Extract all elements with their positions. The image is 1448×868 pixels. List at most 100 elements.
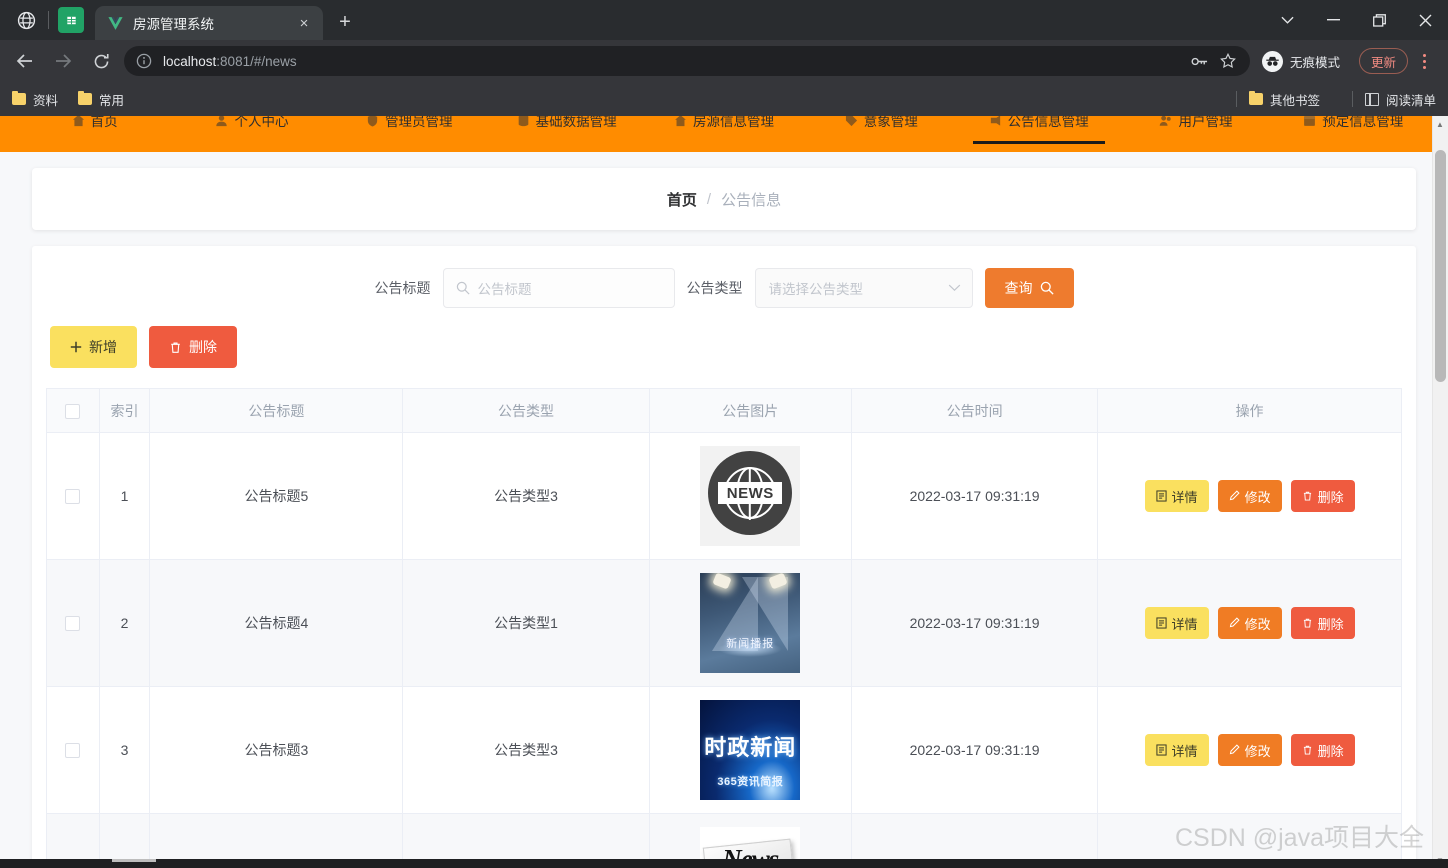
nav-item-basedata[interactable]: 基础数据管理 — [488, 116, 645, 135]
edit-label: 修改 — [1244, 616, 1271, 632]
scroll-up-arrow[interactable]: ▲ — [1432, 116, 1448, 132]
password-key-icon[interactable] — [1188, 49, 1212, 73]
edit-button[interactable]: 修改 — [1217, 480, 1282, 512]
row-title: 公告标题3 — [149, 686, 404, 814]
row-select-cell[interactable] — [46, 559, 100, 687]
column-actions: 操作 — [1097, 388, 1402, 433]
row-index: 2 — [99, 559, 151, 687]
row-image-cell[interactable]: 新闻播报 — [649, 559, 853, 687]
nav-item-home[interactable]: 首页 — [16, 116, 173, 135]
title-search-input[interactable]: 公告标题 — [442, 268, 675, 308]
nav-item-house[interactable]: 房源信息管理 — [645, 116, 802, 135]
row-select-cell[interactable] — [46, 432, 100, 560]
tab-search-icon[interactable] — [1264, 0, 1310, 40]
page-scrollbar[interactable]: ▲ ▼ — [1432, 116, 1448, 868]
maximize-button[interactable] — [1356, 0, 1402, 40]
edit-button[interactable]: 修改 — [1217, 607, 1282, 639]
delete-label: 删除 — [1317, 616, 1344, 632]
thumbnail-text: 新闻播报 — [726, 638, 775, 650]
batch-delete-button[interactable]: 删除 — [149, 326, 237, 368]
close-window-button[interactable] — [1402, 0, 1448, 40]
row-checkbox[interactable] — [65, 743, 81, 759]
edit-button[interactable]: 修改 — [1217, 734, 1282, 766]
notice-thumbnail[interactable]: 新闻播报 — [700, 573, 801, 673]
minimize-button[interactable] — [1310, 0, 1356, 40]
bookmarks-divider — [1351, 91, 1353, 107]
delete-button[interactable]: 删除 — [1290, 607, 1355, 639]
detail-button[interactable]: 详情 — [1144, 734, 1209, 766]
sheets-app-icon[interactable] — [58, 7, 84, 33]
reading-list-button[interactable]: 阅读清单 — [1364, 90, 1436, 109]
nav-item-label: 基础数据管理 — [535, 116, 617, 129]
address-bar-url: localhost:8081/#/news — [163, 54, 1184, 69]
row-actions-cell: 详情 修改 删除 — [1097, 686, 1402, 814]
user-icon — [216, 116, 228, 126]
address-bar[interactable]: localhost:8081/#/news — [124, 46, 1250, 76]
nav-item-label: 用户管理 — [1178, 116, 1233, 129]
folder-icon — [1248, 91, 1263, 105]
filter-bar: 公告标题 公告标题 公告类型 请选择公告类型 查询 — [46, 264, 1402, 326]
column-time: 公告时间 — [851, 388, 1099, 433]
row-image-cell[interactable]: NEWS — [649, 432, 853, 560]
type-select[interactable]: 请选择公告类型 — [754, 268, 973, 308]
table-row[interactable]: 3 公告标题3 公告类型3 时政新闻 365资讯简报 2022-03-17 09… — [46, 686, 1402, 814]
forward-button[interactable] — [48, 46, 78, 76]
nav-item-admin[interactable]: 管理员管理 — [331, 116, 488, 135]
browser-tab-active[interactable]: 房源管理系统 × — [95, 6, 323, 40]
bookmark-item-0[interactable]: 资料 — [12, 90, 58, 109]
back-button[interactable] — [10, 46, 40, 76]
row-checkbox[interactable] — [65, 616, 81, 632]
info-icon[interactable] — [136, 53, 153, 70]
update-button[interactable]: 更新 — [1358, 48, 1408, 74]
close-tab-icon[interactable]: × — [293, 12, 315, 34]
incognito-badge[interactable]: 无痕模式 — [1258, 47, 1351, 75]
nav-item-users[interactable]: 用户管理 — [1117, 116, 1274, 135]
search-button-label: 查询 — [1004, 280, 1033, 296]
nav-item-personal[interactable]: 个人中心 — [173, 116, 330, 135]
database-icon — [518, 116, 528, 126]
row-type: 公告类型1 — [402, 559, 650, 687]
other-bookmarks-button[interactable]: 其他书签 — [1248, 90, 1320, 109]
table-row[interactable]: 1 公告标题5 公告类型3 NEWS 2022-03-17 09:31:19 详… — [46, 432, 1402, 560]
delete-button[interactable]: 删除 — [1290, 480, 1355, 512]
notice-thumbnail[interactable]: NEWS — [700, 446, 801, 546]
delete-label: 删除 — [1317, 489, 1344, 505]
nav-item-imagery[interactable]: 意象管理 — [803, 116, 960, 135]
bookmark-label: 资料 — [33, 93, 59, 108]
tag-icon — [845, 116, 857, 126]
nav-item-notice[interactable]: 公告信息管理 — [960, 116, 1117, 144]
new-tab-button[interactable]: + — [331, 8, 359, 36]
detail-button[interactable]: 详情 — [1144, 480, 1209, 512]
reload-button[interactable] — [86, 46, 116, 76]
scrollbar-thumb[interactable] — [1435, 150, 1446, 382]
detail-button[interactable]: 详情 — [1144, 607, 1209, 639]
breadcrumb-home[interactable]: 首页 — [667, 189, 697, 210]
breadcrumb-card: 首页 / 公告信息 — [32, 168, 1416, 230]
detail-label: 详情 — [1171, 743, 1198, 759]
delete-button[interactable]: 删除 — [1290, 734, 1355, 766]
incognito-label: 无痕模式 — [1289, 55, 1340, 70]
table-row[interactable]: 2 公告标题4 公告类型1 新闻播报 2022-03-17 09:31:19 详… — [46, 559, 1402, 687]
select-all-header[interactable] — [46, 388, 100, 433]
row-checkbox[interactable] — [65, 489, 81, 505]
row-image-cell[interactable]: 时政新闻 365资讯简报 — [649, 686, 853, 814]
nav-item-label: 预定信息管理 — [1322, 116, 1404, 129]
add-button[interactable]: 新增 — [50, 326, 137, 368]
row-time: 2022-03-17 09:31:19 — [851, 432, 1099, 560]
title-filter-label: 公告标题 — [374, 280, 431, 296]
chrome-menu-icon[interactable] — [1410, 47, 1438, 75]
edit-label: 修改 — [1244, 489, 1271, 505]
browser-app-icon[interactable] — [13, 7, 39, 33]
document-icon — [1155, 617, 1167, 629]
search-button[interactable]: 查询 — [984, 268, 1074, 308]
row-index: 1 — [99, 432, 151, 560]
bookmark-item-1[interactable]: 常用 — [78, 90, 124, 109]
reading-list-icon — [1364, 92, 1379, 106]
notice-thumbnail[interactable]: 时政新闻 365资讯简报 — [700, 700, 801, 800]
bookmark-star-icon[interactable] — [1216, 49, 1240, 73]
row-title: 公告标题4 — [149, 559, 404, 687]
thumbnail-text: 时政新闻 — [704, 735, 797, 760]
select-all-checkbox[interactable] — [65, 403, 81, 419]
nav-item-reservation[interactable]: 预定信息管理 — [1275, 116, 1432, 135]
row-select-cell[interactable] — [46, 686, 100, 814]
